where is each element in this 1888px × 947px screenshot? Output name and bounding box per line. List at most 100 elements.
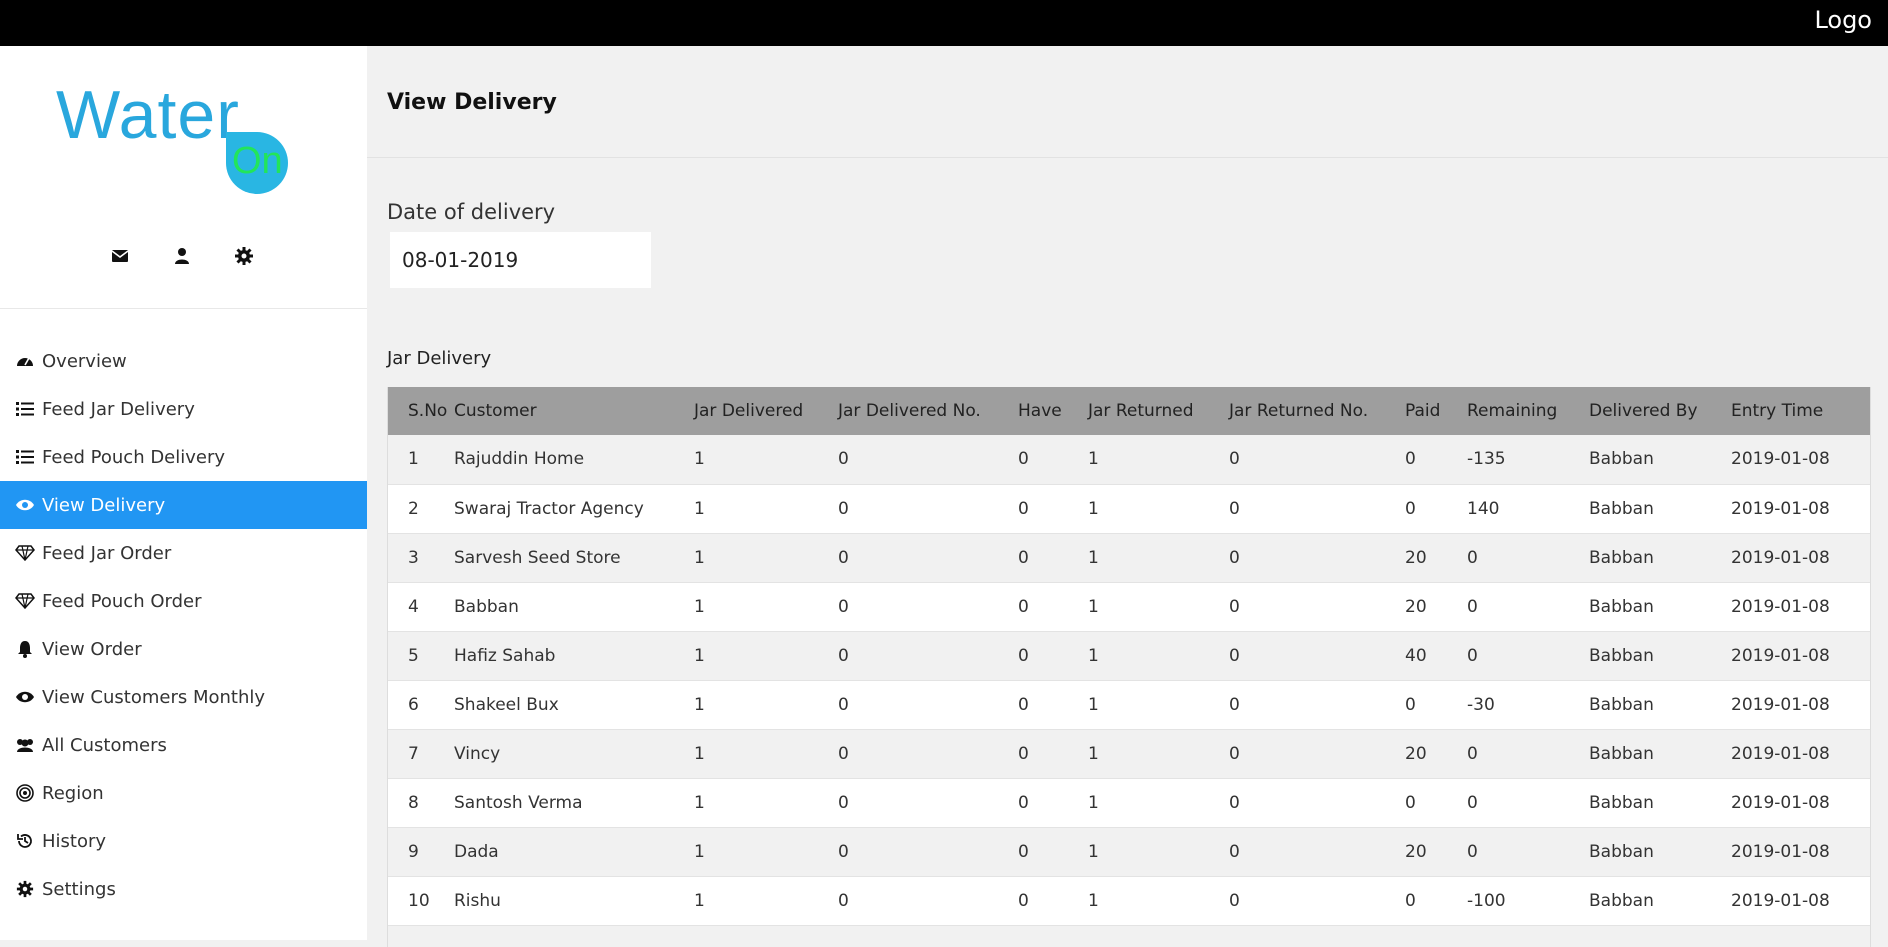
sidebar-item-all-customers[interactable]: All Customers [0,721,367,769]
cell-have: 0 [1018,792,1029,813]
cell-jar-delivered: 1 [694,841,705,862]
table-row[interactable]: 6 Shakeel Bux 1 0 0 1 0 0 -30 Babban 2019-01-08 [388,680,1870,729]
cell-customer: Dada [454,841,499,862]
user-icon[interactable] [172,246,192,266]
sidebar-item-region[interactable]: Region [0,769,367,817]
cell-delivered-by: Babban [1589,596,1654,617]
sidebar: Water On Overview Feed Jar Delivery Feed… [0,46,367,940]
diamond-icon [14,544,36,562]
column-header-jar-returned-no[interactable]: Jar Returned No. [1229,387,1405,435]
cell-paid: 0 [1405,694,1416,715]
cell-jar-returned: 1 [1088,498,1099,519]
cell-sno: 2 [408,498,419,519]
sidebar-item-label: Settings [42,878,116,900]
jar-delivery-table: S.No Customer Jar Delivered Jar Delivere… [388,387,1870,926]
column-header-jar-returned[interactable]: Jar Returned [1088,387,1229,435]
cell-jar-delivered: 1 [694,498,705,519]
dashboard-icon [14,352,36,370]
sidebar-nav: Overview Feed Jar Delivery Feed Pouch De… [0,337,367,913]
cell-jar-returned-no: 0 [1229,547,1240,568]
cell-jar-returned: 1 [1088,792,1099,813]
cell-remaining: -135 [1467,449,1506,470]
table-row[interactable]: 8 Santosh Verma 1 0 0 1 0 0 0 Babban 2019-01-08 [388,778,1870,827]
cell-customer: Hafiz Sahab [454,645,556,666]
cell-jar-returned-no: 0 [1229,890,1240,911]
sidebar-item-feed-pouch-delivery[interactable]: Feed Pouch Delivery [0,433,367,481]
cell-jar-returned: 1 [1088,890,1099,911]
cell-have: 0 [1018,645,1029,666]
bullseye-icon [14,784,36,802]
list-icon [14,448,36,466]
table-row[interactable]: 3 Sarvesh Seed Store 1 0 0 1 0 20 0 Babban 2019-01… [388,533,1870,582]
cell-remaining: 0 [1467,547,1478,568]
cell-jar-delivered-no: 0 [838,596,849,617]
sidebar-item-settings[interactable]: Settings [0,865,367,913]
cell-entry-time: 2019-01-08 [1731,547,1830,568]
table-row[interactable]: 1 Rajuddin Home 1 0 0 1 0 0 -135 Babban 2019-01-08 [388,435,1870,484]
column-header-paid[interactable]: Paid [1405,387,1467,435]
sidebar-item-label: View Delivery [42,494,166,516]
cell-sno: 1 [408,449,419,470]
cell-sno: 6 [408,694,419,715]
table-row[interactable]: 9 Dada 1 0 0 1 0 20 0 Babban 2019-01-08 [388,827,1870,876]
cell-jar-returned: 1 [1088,449,1099,470]
column-header-customer[interactable]: Customer [454,387,694,435]
sidebar-item-label: Region [42,782,104,804]
column-header-entry-time[interactable]: Entry Time [1731,387,1870,435]
cell-jar-delivered-no: 0 [838,498,849,519]
table-row[interactable]: 7 Vincy 1 0 0 1 0 20 0 Babban 2019-01-08 [388,729,1870,778]
cell-customer: Santosh Verma [454,792,583,813]
column-header-remaining[interactable]: Remaining [1467,387,1589,435]
cell-jar-delivered: 1 [694,645,705,666]
cell-entry-time: 2019-01-08 [1731,596,1830,617]
sidebar-item-label: Feed Pouch Order [42,590,202,612]
cell-paid: 20 [1405,743,1427,764]
sidebar-item-view-delivery[interactable]: View Delivery [0,481,367,529]
cell-jar-delivered-no: 0 [838,792,849,813]
table-row[interactable]: 4 Babban 1 0 0 1 0 20 0 Babban 2019-01-08 [388,582,1870,631]
cell-paid: 20 [1405,841,1427,862]
sidebar-item-view-order[interactable]: View Order [0,625,367,673]
cell-customer: Babban [454,596,519,617]
brand-logo[interactable]: Water On [56,76,296,206]
cell-remaining: -30 [1467,694,1495,715]
cell-jar-delivered-no: 0 [838,890,849,911]
cell-customer: Shakeel Bux [454,694,559,715]
table-row[interactable]: 5 Hafiz Sahab 1 0 0 1 0 40 0 Babban 2019-01-08 [388,631,1870,680]
cell-remaining: 0 [1467,645,1478,666]
column-header-sno[interactable]: S.No [388,387,454,435]
cell-jar-returned-no: 0 [1229,841,1240,862]
cell-customer: Rajuddin Home [454,449,585,470]
cell-paid: 20 [1405,547,1427,568]
column-header-jar-delivered[interactable]: Jar Delivered [694,387,838,435]
cell-entry-time: 2019-01-08 [1731,449,1830,470]
column-header-jar-delivered-no[interactable]: Jar Delivered No. [838,387,1018,435]
table-row[interactable]: 10 Rishu 1 0 0 1 0 0 -100 Babban 2019-01-08 [388,876,1870,925]
envelope-icon[interactable] [110,246,130,266]
jar-delivery-table-container: S.No Customer Jar Delivered Jar Delivere… [387,387,1871,947]
sidebar-item-label: History [42,830,107,852]
cell-delivered-by: Babban [1589,694,1654,715]
cell-sno: 4 [408,596,419,617]
sidebar-item-feed-jar-order[interactable]: Feed Jar Order [0,529,367,577]
cell-paid: 0 [1405,498,1416,519]
sidebar-item-overview[interactable]: Overview [0,337,367,385]
cell-have: 0 [1018,743,1029,764]
sidebar-item-history[interactable]: History [0,817,367,865]
cell-have: 0 [1018,547,1029,568]
sidebar-item-feed-jar-delivery[interactable]: Feed Jar Delivery [0,385,367,433]
logo-text[interactable]: Logo [1814,6,1872,34]
gear-icon [14,880,36,898]
sidebar-item-view-customers-monthly[interactable]: View Customers Monthly [0,673,367,721]
column-header-have[interactable]: Have [1018,387,1088,435]
cell-remaining: 0 [1467,743,1478,764]
table-row[interactable]: 2 Swaraj Tractor Agency 1 0 0 1 0 0 140 Babban 201… [388,484,1870,533]
sidebar-item-label: Feed Jar Delivery [42,398,195,420]
date-of-delivery-input[interactable] [390,232,651,288]
users-icon [14,736,36,754]
sidebar-item-feed-pouch-order[interactable]: Feed Pouch Order [0,577,367,625]
cell-jar-returned: 1 [1088,743,1099,764]
column-header-delivered-by[interactable]: Delivered By [1589,387,1731,435]
gear-icon[interactable] [234,246,254,266]
cell-paid: 0 [1405,449,1416,470]
